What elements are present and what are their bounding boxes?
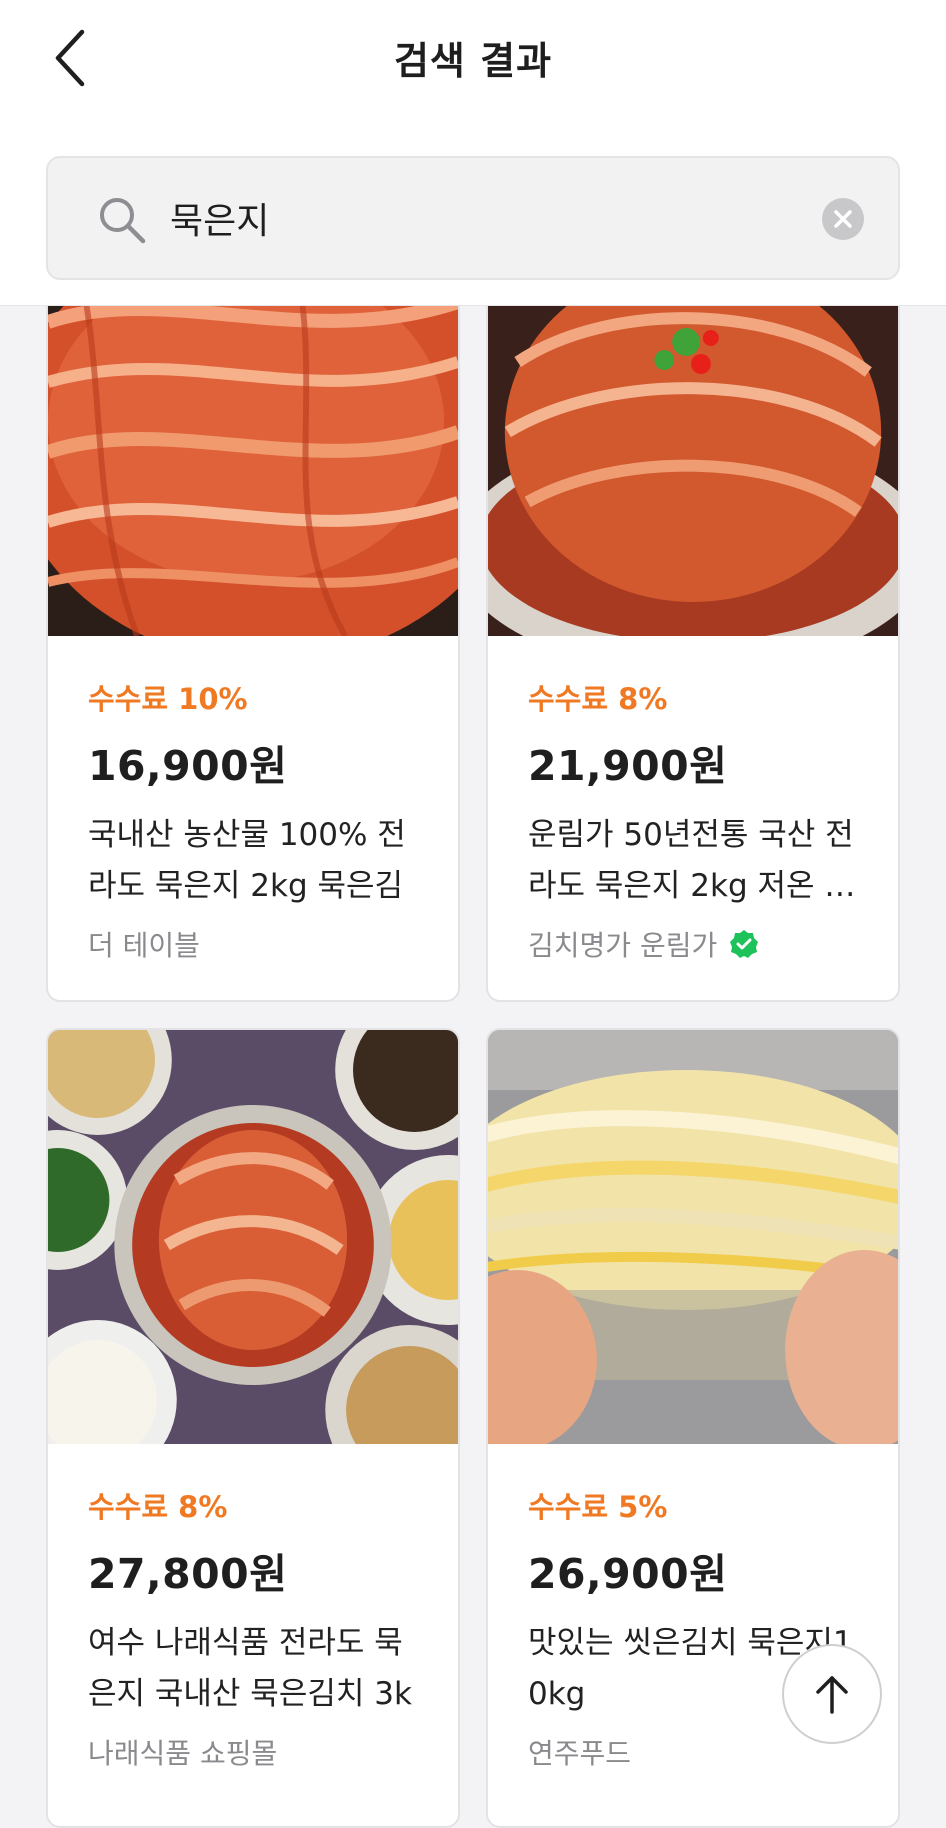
page-title: 검색 결과 [393, 39, 553, 83]
product-card[interactable]: 수수료 8% 21,900원 운림가 50년전통 국산 전라도 묵은지 2kg … [486, 260, 900, 1002]
product-price: 26,900원 [528, 1550, 728, 1598]
product-price: 27,800원 [88, 1550, 288, 1598]
product-image [488, 1030, 898, 1444]
scroll-top-button[interactable] [782, 1644, 882, 1744]
product-name: 국내산 농산물 100% 전라도 묵은지 2kg 묵은김치… [88, 817, 406, 904]
seller-label: 나래식품 쇼핑몰 [88, 1737, 278, 1770]
product-price: 16,900원 [88, 742, 288, 790]
product-image [48, 262, 458, 636]
product-image [48, 1030, 458, 1444]
header: 검색 결과 [0, 0, 946, 306]
commission-label: 수수료 8% [528, 682, 668, 716]
arrow-up-icon [816, 1676, 848, 1714]
search-input[interactable] [170, 186, 730, 250]
clear-icon [834, 210, 852, 228]
seller-label: 더 테이블 [88, 929, 200, 962]
commission-label: 수수료 5% [528, 1490, 668, 1524]
product-card[interactable]: 수수료 10% 16,900원 국내산 농산물 100% 전라도 묵은지 2kg… [46, 260, 460, 1002]
product-name: 운림가 50년전통 국산 전라도 묵은지 2kg 저온 … [528, 817, 856, 904]
product-image [488, 262, 898, 636]
verified-badge-icon [730, 930, 759, 958]
seller-label: 김치명가 운림가 [528, 929, 718, 962]
seller-label: 연주푸드 [528, 1737, 632, 1770]
product-name: 여수 나래식품 전라도 묵은지 국내산 묵은김치 3kg… [88, 1625, 412, 1712]
commission-label: 수수료 10% [88, 682, 248, 716]
seller-name: 김치명가 운림가 [528, 924, 862, 964]
seller-name: 더 테이블 [88, 924, 422, 964]
seller-name: 나래식품 쇼핑몰 [88, 1732, 422, 1772]
clear-search-button[interactable] [822, 198, 864, 240]
commission-label: 수수료 8% [88, 1490, 228, 1524]
search-bar[interactable] [46, 156, 900, 280]
product-card[interactable]: 수수료 8% 27,800원 여수 나래식품 전라도 묵은지 국내산 묵은김치 … [46, 1028, 460, 1828]
product-price: 21,900원 [528, 742, 728, 790]
search-icon [100, 198, 146, 244]
